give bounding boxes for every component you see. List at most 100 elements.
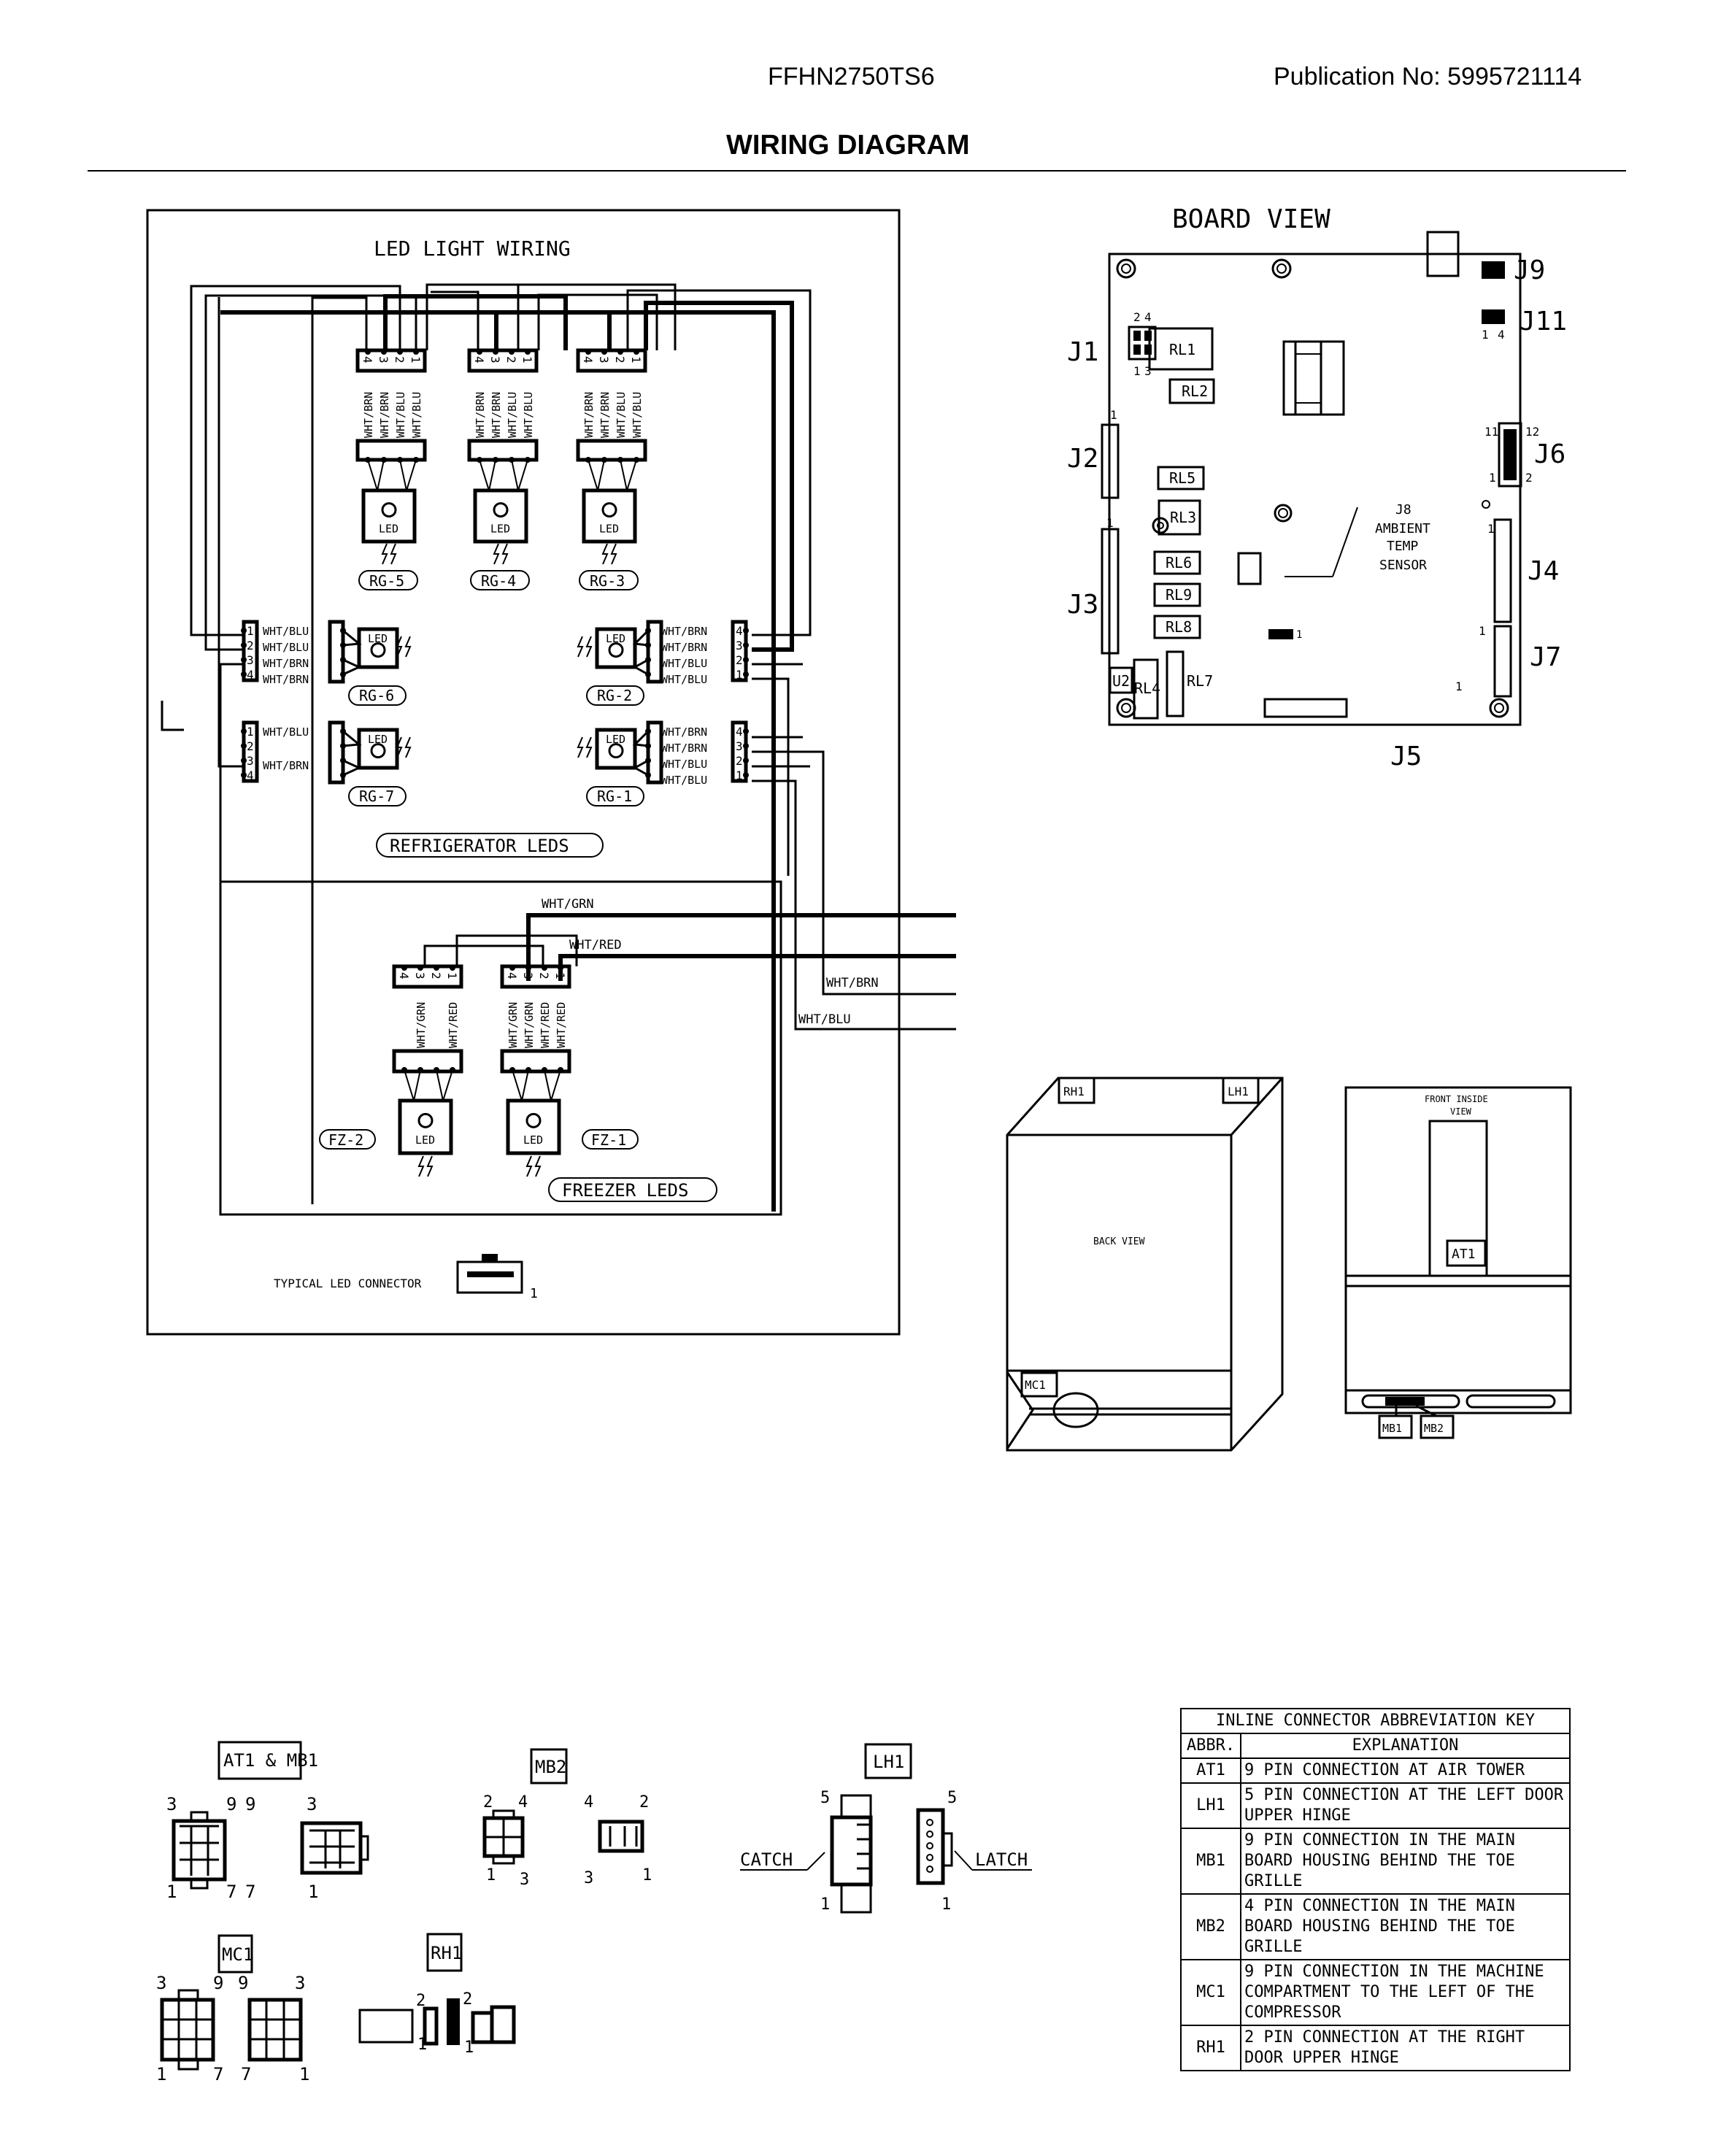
led-module: LED xyxy=(595,728,637,770)
svg-text:RG-1: RG-1 xyxy=(597,788,632,805)
svg-text:RL6: RL6 xyxy=(1166,554,1192,571)
light-rays-icon xyxy=(396,736,412,758)
svg-text:LH1: LH1 xyxy=(873,1752,904,1772)
svg-text:1: 1 xyxy=(1489,471,1496,485)
wire-color-label: WHT/BLU xyxy=(263,641,309,654)
front-view-label-line1: FRONT INSIDE xyxy=(1425,1094,1488,1104)
abbr-cell: AT1 xyxy=(1180,1757,1241,1784)
compressor-icon xyxy=(1052,1392,1099,1428)
wire-color-label: WHT/RED xyxy=(539,1002,552,1048)
refrigerator-leds-label: REFRIGERATOR LEDS xyxy=(376,833,604,858)
light-rays-icon xyxy=(577,736,593,758)
svg-text:1: 1 xyxy=(736,769,743,782)
svg-text:3: 3 xyxy=(488,356,502,363)
svg-text:2: 2 xyxy=(416,1992,425,2010)
table-row: MC1 9 PIN CONNECTION IN THE MACHINE COMPA… xyxy=(1180,1959,1571,2026)
svg-text:4: 4 xyxy=(1144,310,1152,324)
svg-text:LED: LED xyxy=(415,1133,435,1147)
wire-label-wht-brn: WHT/BRN xyxy=(826,976,879,990)
svg-text:MB1: MB1 xyxy=(1382,1422,1402,1435)
svg-text:RG-3: RG-3 xyxy=(590,572,625,590)
svg-text:LED: LED xyxy=(368,632,388,645)
svg-text:RL7: RL7 xyxy=(1187,672,1213,690)
svg-text:J8: J8 xyxy=(1395,502,1411,517)
connector-lh1: LH1 CATCH LATCH 5 1 5 1 xyxy=(740,1743,1032,1914)
svg-text:4: 4 xyxy=(518,1793,528,1812)
svg-text:3: 3 xyxy=(584,1869,593,1887)
led-module: LED xyxy=(361,488,417,544)
j11-connector xyxy=(1482,309,1505,324)
svg-text:3: 3 xyxy=(295,1973,305,1993)
svg-text:1: 1 xyxy=(1479,624,1486,638)
led-group-rg-1: 4321 WHT/BRN WHT/BRN WHT/BLU WHT/BLU LED RG-1 xyxy=(577,720,749,806)
j7-connector xyxy=(1493,625,1512,698)
svg-text:3: 3 xyxy=(307,1794,317,1814)
svg-text:1: 1 xyxy=(156,2064,166,2084)
label-j7: J7 xyxy=(1530,642,1561,672)
wire-color-label: WHT/BRN xyxy=(362,392,375,438)
svg-text:7: 7 xyxy=(245,1882,255,1902)
board-view: BOARD VIEW RL1 RL2 RL3 RL4 RL5 RL6 RL7 R… xyxy=(1067,204,1567,771)
svg-text:4: 4 xyxy=(736,624,743,638)
label-j2: J2 xyxy=(1067,444,1098,474)
abbr-cell: MC1 xyxy=(1180,1959,1241,2026)
wire-color-label: WHT/BRN xyxy=(582,392,596,438)
back-view-label: BACK VIEW xyxy=(1093,1236,1145,1247)
svg-text:1: 1 xyxy=(1482,328,1489,342)
typical-led-connector: TYPICAL LED CONNECTOR 1 xyxy=(274,1254,538,1301)
led-module: LED xyxy=(595,627,637,669)
key-title: INLINE CONNECTOR ABBREVIATION KEY xyxy=(1180,1708,1571,1734)
wire-color-label: WHT/BRN xyxy=(263,657,309,670)
explanation-cell: 9 PIN CONNECTION IN THE MACHINE COMPARTM… xyxy=(1240,1959,1571,2026)
table-row: MB1 9 PIN CONNECTION IN THE MAIN BOARD HO… xyxy=(1180,1828,1571,1895)
led-group-fz-2: 4 3 2 1 WHT/GRN WHT/RED LED FZ-2 xyxy=(319,964,463,1177)
svg-text:1: 1 xyxy=(629,356,643,363)
svg-text:9: 9 xyxy=(213,1973,223,1993)
svg-text:9: 9 xyxy=(245,1794,255,1814)
svg-text:LED: LED xyxy=(523,1133,543,1147)
svg-text:2: 2 xyxy=(483,1793,493,1812)
svg-text:12: 12 xyxy=(1525,425,1539,439)
connector-mb2: MB2 2 4 1 3 4 2 3 1 xyxy=(482,1748,652,1889)
svg-text:1: 1 xyxy=(417,2036,427,2054)
svg-text:3: 3 xyxy=(377,356,390,363)
sensor-leader-line xyxy=(1332,507,1358,577)
table-row: MB2 4 PIN CONNECTION IN THE MAIN BOARD HO… xyxy=(1180,1893,1571,1960)
explanation-cell: 4 PIN CONNECTION IN THE MAIN BOARD HOUSI… xyxy=(1240,1893,1571,1960)
wire-color-label: WHT/BRN xyxy=(598,392,612,438)
wire-color-label: WHT/BLU xyxy=(263,725,309,739)
led-module: LED xyxy=(506,1098,561,1155)
svg-text:2: 2 xyxy=(463,1990,472,2009)
svg-text:3: 3 xyxy=(520,1871,529,1889)
svg-text:4: 4 xyxy=(505,972,519,979)
wire-color-label: WHT/BLU xyxy=(506,392,519,438)
board-view-title: BOARD VIEW xyxy=(1172,204,1330,234)
svg-text:RL1: RL1 xyxy=(1169,341,1195,358)
svg-text:U2: U2 xyxy=(1112,672,1130,690)
wire-color-label: WHT/GRN xyxy=(507,1002,520,1048)
label-j5: J5 xyxy=(1390,742,1422,771)
light-rays-icon xyxy=(381,543,397,565)
freezer-box xyxy=(219,880,782,1216)
wire-color-label: WHT/BLU xyxy=(661,758,707,771)
svg-text:1: 1 xyxy=(520,356,534,363)
svg-text:TEMP: TEMP xyxy=(1387,539,1419,554)
wire-color-label: WHT/GRN xyxy=(523,1002,536,1048)
svg-text:1: 1 xyxy=(247,725,254,739)
svg-text:4: 4 xyxy=(247,668,254,682)
abbr-cell: RH1 xyxy=(1180,2025,1241,2071)
table-row: RH1 2 PIN CONNECTION AT THE RIGHT DOOR UP… xyxy=(1180,2025,1571,2071)
key-col-explanation: EXPLANATION xyxy=(1240,1733,1571,1759)
svg-text:3: 3 xyxy=(736,739,743,753)
svg-text:1: 1 xyxy=(1296,629,1302,641)
svg-text:MB2: MB2 xyxy=(1424,1422,1444,1435)
typical-connector-label: TYPICAL LED CONNECTOR xyxy=(274,1277,422,1290)
svg-text:2: 2 xyxy=(736,653,743,667)
led-module: LED xyxy=(473,488,528,544)
wire-label-wht-grn: WHT/GRN xyxy=(542,897,594,912)
svg-text:RG-5: RG-5 xyxy=(369,572,404,590)
wire-color-label: WHT/BRN xyxy=(378,392,391,438)
svg-text:LH1: LH1 xyxy=(1228,1085,1249,1098)
svg-text:3: 3 xyxy=(1144,364,1152,378)
svg-text:1: 1 xyxy=(1133,364,1141,378)
